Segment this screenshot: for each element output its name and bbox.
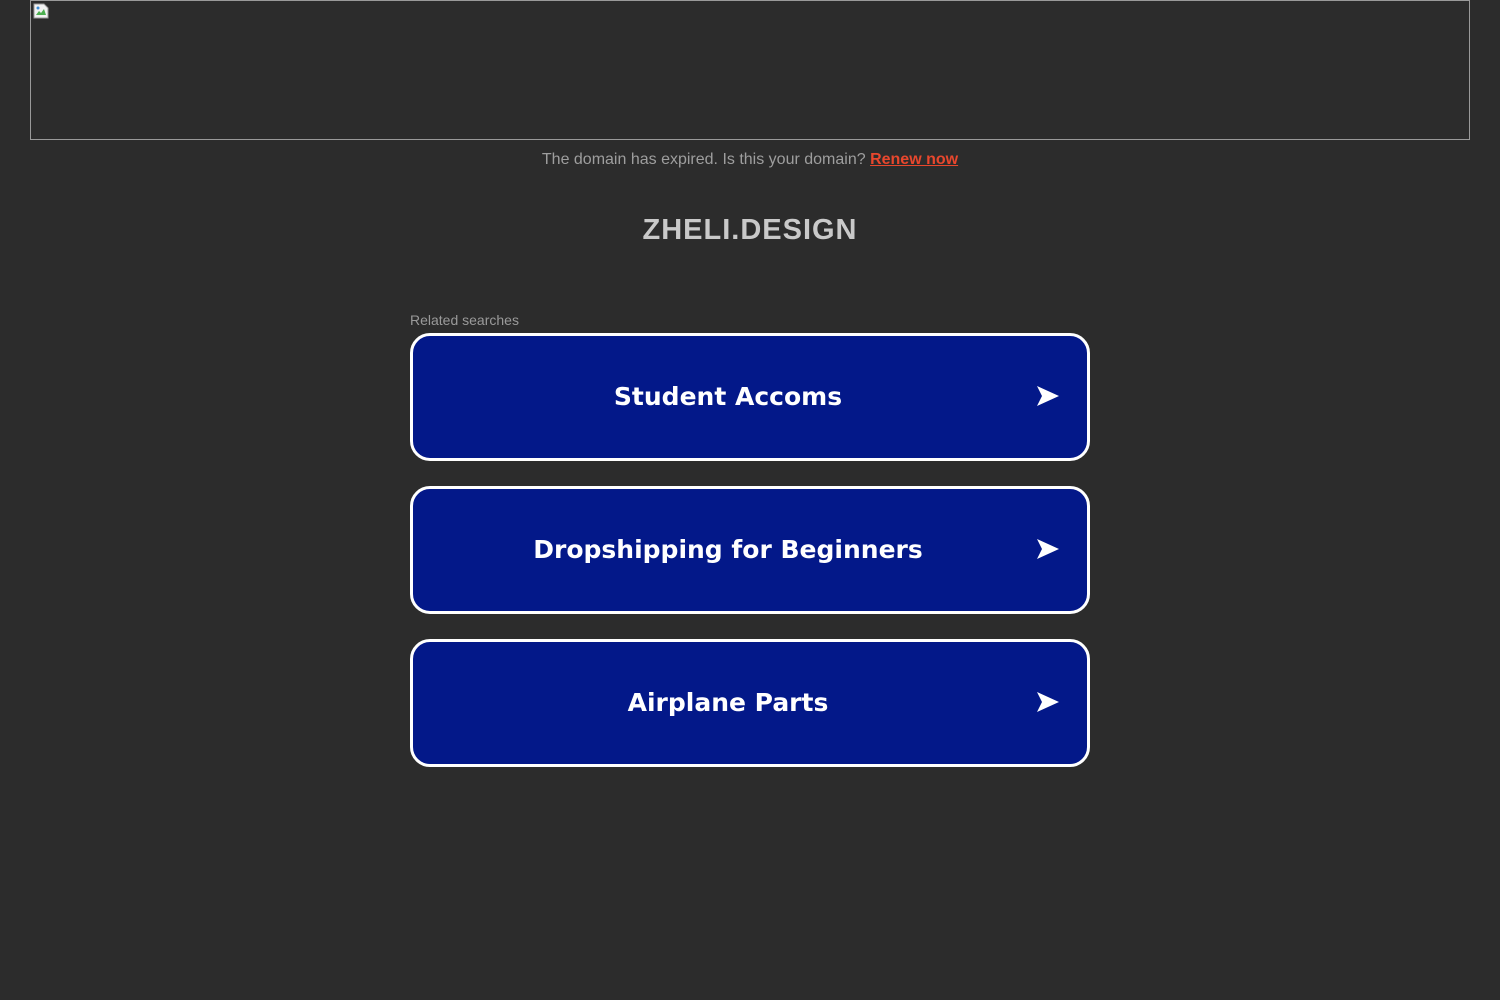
related-search-button-dropshipping[interactable]: Dropshipping for Beginners bbox=[410, 486, 1090, 614]
renew-now-link[interactable]: Renew now bbox=[870, 151, 958, 168]
related-searches-heading: Related searches bbox=[410, 312, 519, 328]
broken-image-icon bbox=[33, 3, 49, 19]
related-searches-list: Student Accoms Dropshipping for Beginner… bbox=[410, 333, 1090, 792]
related-search-label: Student Accoms bbox=[613, 382, 843, 411]
arrow-right-icon bbox=[1037, 539, 1059, 559]
related-search-button-airplane-parts[interactable]: Airplane Parts bbox=[410, 639, 1090, 767]
related-search-button-student-accoms[interactable]: Student Accoms bbox=[410, 333, 1090, 461]
parked-domain-page: The domain has expired. Is this your dom… bbox=[0, 0, 1500, 1000]
banner-image[interactable] bbox=[30, 0, 1470, 140]
arrow-right-icon bbox=[1037, 386, 1059, 406]
related-search-label: Dropshipping for Beginners bbox=[533, 535, 923, 564]
expired-notice-text: The domain has expired. Is this your dom… bbox=[541, 151, 866, 168]
arrow-right-icon bbox=[1037, 692, 1059, 712]
domain-title: ZHELI.DESIGN bbox=[642, 214, 858, 246]
expired-notice: The domain has expired. Is this your dom… bbox=[0, 150, 1500, 170]
related-search-label: Airplane Parts bbox=[627, 688, 829, 717]
